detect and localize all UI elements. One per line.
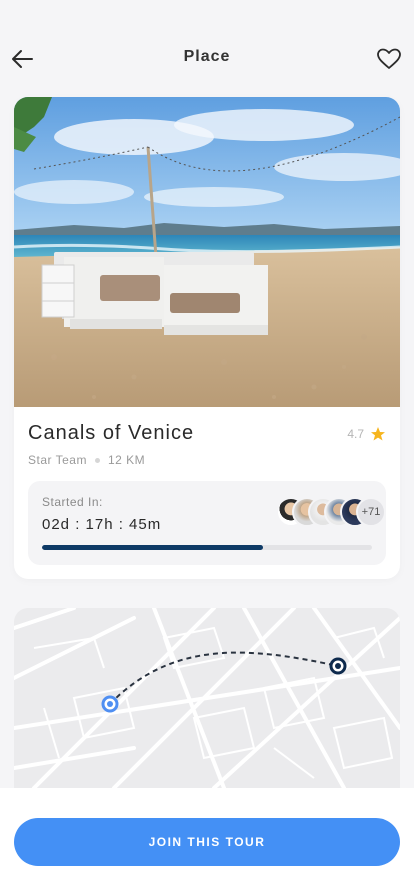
countdown-time: 02d : 17h : 45m xyxy=(42,516,162,533)
star-icon xyxy=(371,427,385,441)
heart-icon[interactable] xyxy=(376,46,402,72)
map-graphic xyxy=(14,608,400,788)
place-title: Canals of Venice xyxy=(28,422,195,444)
top-bar: Place xyxy=(0,0,414,100)
progress-bar xyxy=(42,545,372,550)
join-tour-button[interactable]: JOIN THIS TOUR xyxy=(14,818,400,866)
route-map[interactable] xyxy=(14,608,400,788)
separator-dot xyxy=(94,457,100,463)
rating-value: 4.7 xyxy=(347,427,364,441)
progress-fill xyxy=(42,545,264,550)
place-meta: Star Team 12 KM xyxy=(28,453,145,467)
place-photo xyxy=(14,97,400,407)
participant-avatars[interactable]: +71 xyxy=(276,497,386,527)
more-participants-badge: +71 xyxy=(356,497,386,527)
bottom-bar: JOIN THIS TOUR xyxy=(0,788,414,896)
countdown-label: Started In: xyxy=(42,495,103,509)
page-title: Place xyxy=(183,48,231,65)
place-card[interactable]: Canals of Venice 4.7 Star Team 12 KM Sta… xyxy=(14,97,400,579)
rating: 4.7 xyxy=(347,426,386,442)
team-name: Star Team xyxy=(28,453,87,467)
countdown-panel: Started In: 02d : 17h : 45m +71 xyxy=(28,481,386,565)
distance: 12 KM xyxy=(107,453,146,467)
